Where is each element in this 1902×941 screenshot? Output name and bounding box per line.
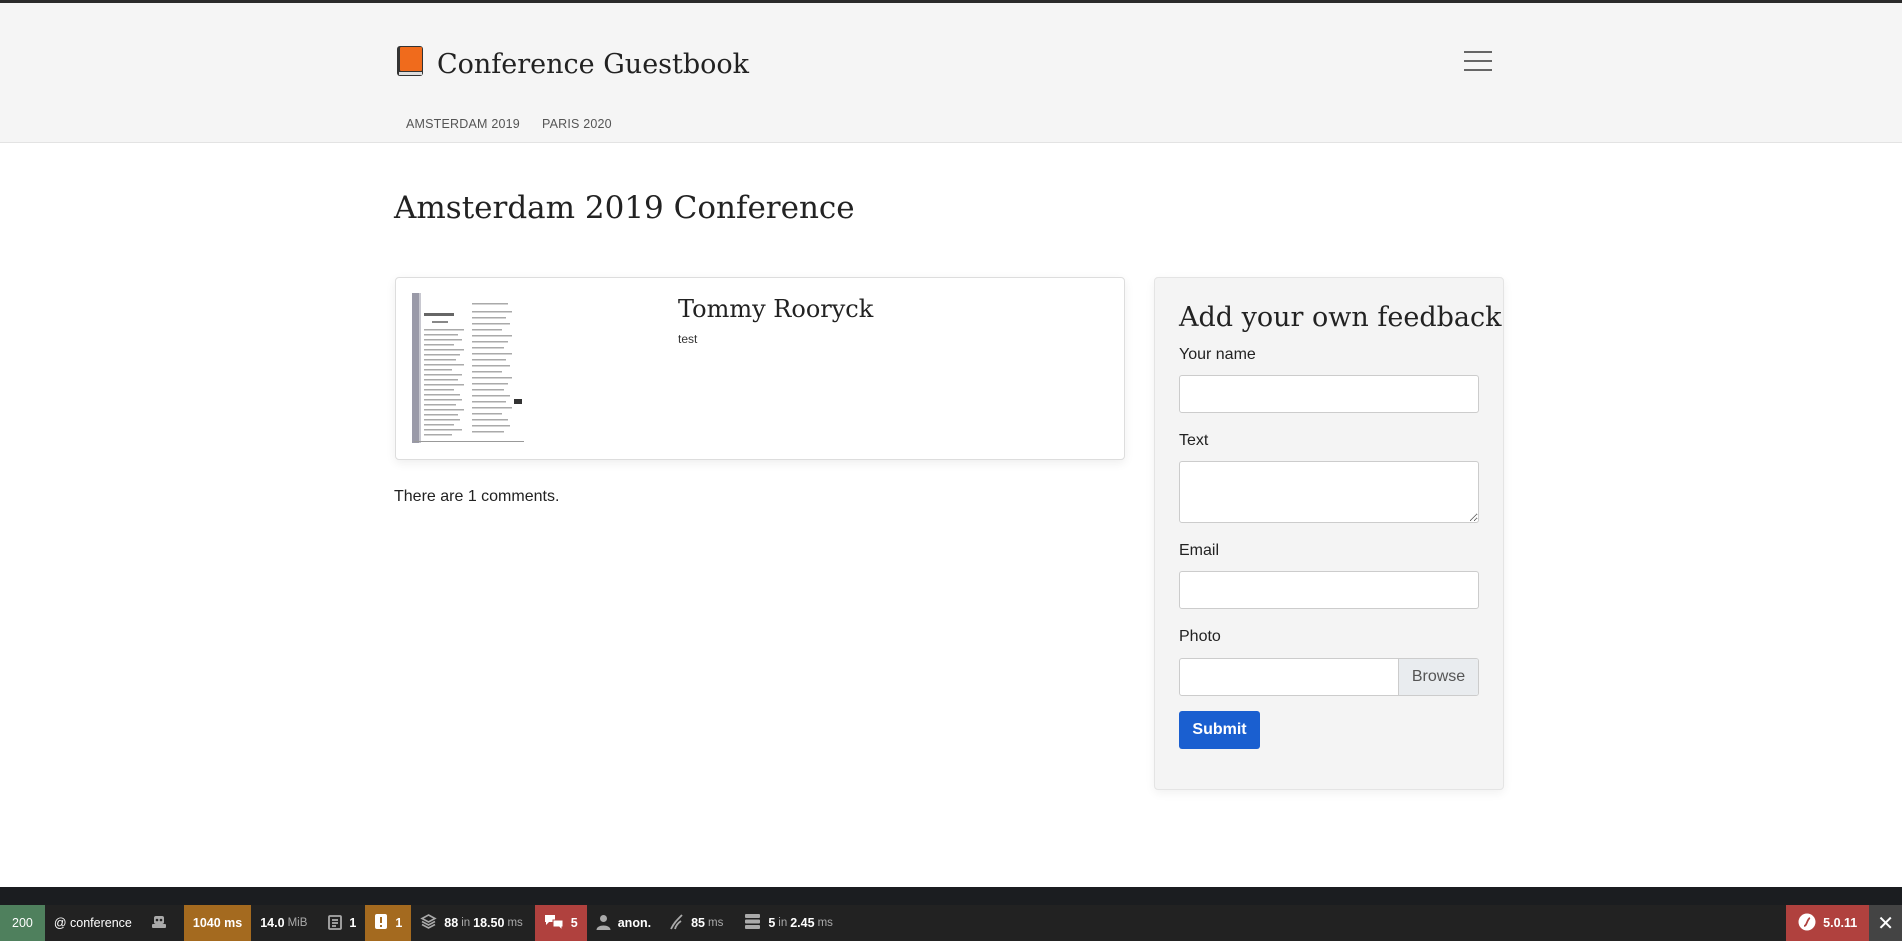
- name-input[interactable]: [1179, 375, 1479, 413]
- translation-icon: [544, 914, 571, 933]
- twig-panel[interactable]: 88 in 18.50 ms: [411, 905, 534, 941]
- db-unit: ms: [817, 917, 833, 929]
- comment-author: Tommy Rooryck: [678, 295, 874, 323]
- conference-nav: AMSTERDAM 2019 PARIS 2020: [396, 117, 624, 131]
- nav-item-amsterdam-2019[interactable]: AMSTERDAM 2019: [396, 117, 532, 131]
- twig-in: in: [461, 917, 471, 929]
- comment-text: test: [678, 332, 698, 346]
- db-in: in: [778, 917, 788, 929]
- events-unit: ms: [707, 917, 724, 929]
- site-header: Conference Guestbook AMSTERDAM 2019 PARI…: [0, 3, 1902, 143]
- user-name: anon.: [617, 916, 652, 930]
- memory-panel[interactable]: 14.0 MiB: [251, 905, 319, 941]
- events-icon: [669, 913, 691, 933]
- security-panel[interactable]: anon.: [587, 905, 660, 941]
- nav-item-paris-2020[interactable]: PARIS 2020: [532, 117, 624, 131]
- errors-count: 1: [395, 916, 403, 930]
- email-label: Email: [1179, 542, 1220, 559]
- clipboard-icon: [328, 913, 349, 933]
- warning-icon: [374, 913, 395, 933]
- symfony-logo-icon: [1798, 913, 1823, 934]
- twig-count: 88: [444, 916, 459, 930]
- memory-value: 14.0: [260, 916, 285, 930]
- symfony-version-panel[interactable]: 5.0.11: [1786, 905, 1870, 941]
- database-icon: [744, 913, 768, 933]
- feedback-form: Add your own feedback Your name Text Ema…: [1154, 277, 1504, 790]
- name-label: Your name: [1179, 346, 1256, 363]
- comments-count: There are 1 comments.: [394, 488, 560, 505]
- text-textarea[interactable]: [1179, 461, 1479, 523]
- events-time: 85: [691, 916, 705, 930]
- status-code: 200: [12, 916, 33, 930]
- comment-photo[interactable]: [410, 291, 530, 446]
- text-label: Text: [1179, 432, 1209, 449]
- status-code-badge[interactable]: 200: [0, 905, 45, 941]
- translations-count: 5: [570, 916, 578, 930]
- brand-title: Conference Guestbook: [437, 48, 750, 80]
- request-time: 1040 ms: [192, 916, 243, 930]
- browse-button[interactable]: Browse: [1398, 659, 1478, 695]
- close-glyph: ✕: [1877, 912, 1894, 935]
- user-icon: [596, 914, 618, 933]
- layers-icon: [420, 913, 444, 933]
- database-panel[interactable]: 5 in 2.45 ms: [735, 905, 845, 941]
- photo-label: Photo: [1179, 628, 1221, 645]
- robot-icon: [150, 913, 175, 934]
- ajax-panel[interactable]: [141, 905, 184, 941]
- book-icon: [396, 45, 425, 83]
- debug-toolbar-edge: [0, 887, 1902, 905]
- db-time: 2.45: [790, 916, 815, 930]
- symfony-version: 5.0.11: [1823, 916, 1858, 930]
- twig-time: 18.50: [473, 916, 505, 930]
- close-toolbar-icon[interactable]: ✕: [1869, 905, 1902, 941]
- time-panel[interactable]: 1040 ms: [183, 905, 252, 941]
- twig-unit: ms: [507, 917, 523, 929]
- forms-panel[interactable]: 1: [319, 905, 365, 941]
- route-panel[interactable]: @ conference: [45, 905, 141, 941]
- db-count: 5: [768, 916, 776, 930]
- email-input[interactable]: [1179, 571, 1479, 609]
- menu-toggle-icon[interactable]: [1464, 51, 1492, 73]
- logs-panel[interactable]: 1: [365, 905, 412, 941]
- events-panel[interactable]: 85 ms: [660, 905, 735, 941]
- page-title: Amsterdam 2019 Conference: [394, 190, 855, 226]
- submit-button[interactable]: Submit: [1179, 711, 1260, 749]
- memory-unit: MiB: [287, 917, 308, 929]
- photo-file-input[interactable]: Browse: [1179, 658, 1479, 696]
- symfony-debug-toolbar: 200 @ conference 1040 ms 14.0 MiB 1 1 88…: [0, 905, 1902, 941]
- brand-link[interactable]: Conference Guestbook: [396, 45, 749, 83]
- translation-panel[interactable]: 5: [534, 905, 587, 941]
- form-title: Add your own feedback: [1179, 302, 1502, 333]
- route-name: @ conference: [53, 916, 132, 930]
- forms-count: 1: [349, 916, 357, 930]
- comment-card: Tommy Rooryck test: [395, 277, 1125, 460]
